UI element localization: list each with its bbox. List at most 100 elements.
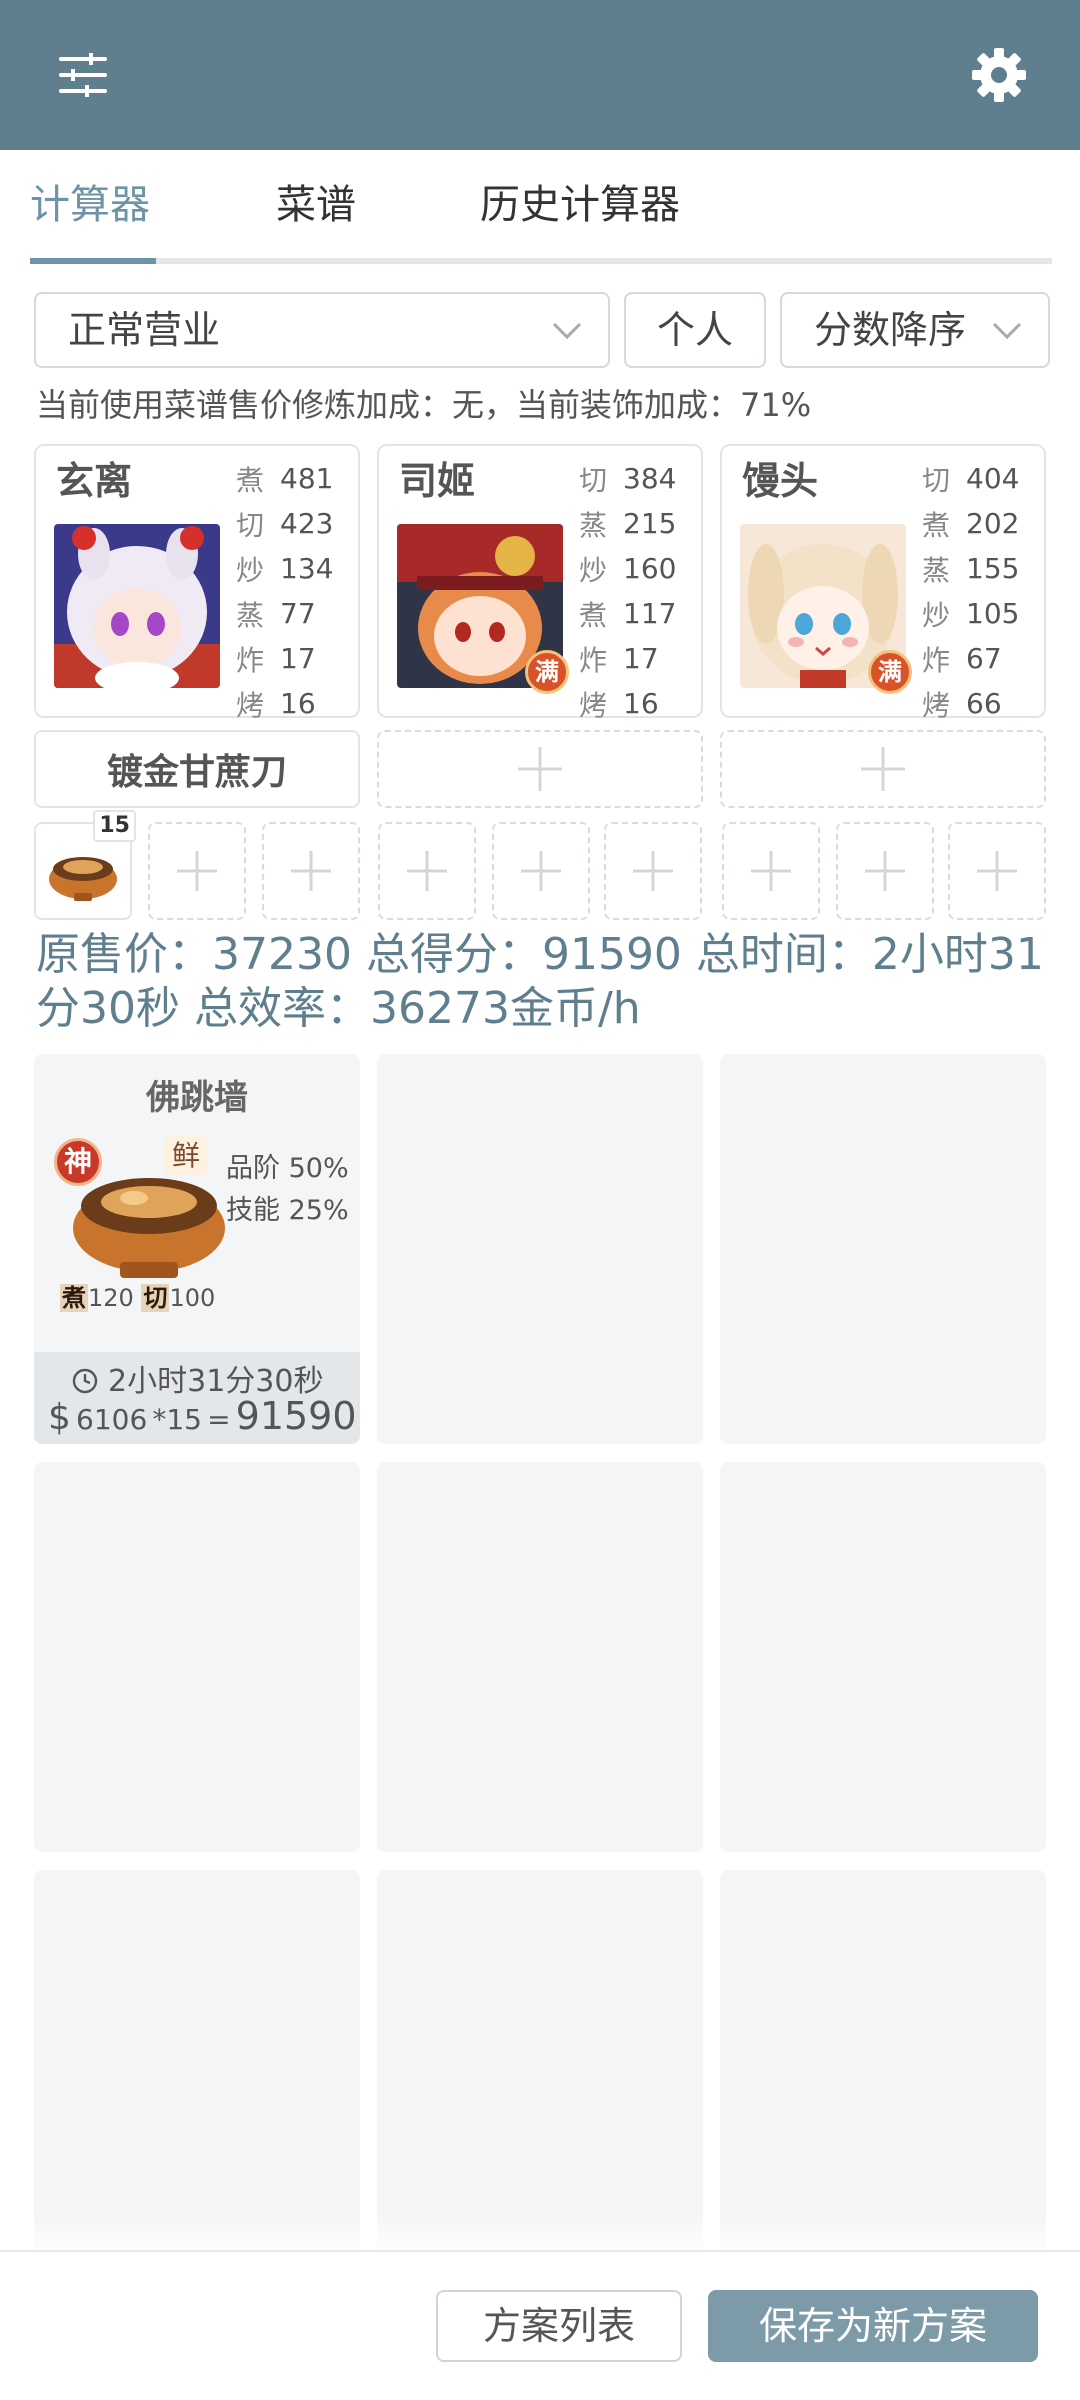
- stat-label: 炒: [922, 598, 951, 632]
- currency-symbol: $: [48, 1397, 71, 1438]
- dish-card-empty[interactable]: [720, 1462, 1046, 1852]
- req-skill-value: 120: [88, 1284, 134, 1312]
- tab-indicator: [30, 258, 156, 264]
- stat-label: 烤: [579, 688, 608, 722]
- full-badge: 满: [525, 650, 569, 694]
- chevron-down-icon: [992, 322, 1022, 340]
- equals-sign: =: [207, 1403, 231, 1436]
- recipe-slot-empty[interactable]: [492, 822, 590, 920]
- stat-label: 炸: [236, 643, 265, 677]
- req-skill-label: 切: [141, 1284, 170, 1312]
- stat-value: 117: [623, 597, 677, 630]
- equip-name: 镀金甘蔗刀: [106, 752, 287, 793]
- dish-card-empty[interactable]: [377, 1054, 703, 1444]
- recipe-slot-empty[interactable]: [262, 822, 360, 920]
- recipe-slot-empty[interactable]: [148, 822, 246, 920]
- scope-button[interactable]: 个人: [624, 292, 766, 368]
- equip-slot-empty[interactable]: [720, 730, 1046, 808]
- stat-value: 17: [623, 642, 659, 675]
- dish-card-empty[interactable]: [720, 1054, 1046, 1444]
- chef-card[interactable]: 玄离 煮 481 切 423 炒 134 蒸 77 炸 17 烤 16: [34, 444, 360, 722]
- dish-card-empty[interactable]: [720, 1870, 1046, 2260]
- stat-label: 切: [236, 508, 265, 542]
- chef-card[interactable]: 馒头 满 切 404 煮 202 蒸 155 炒 105 炸 67 烤 66: [720, 444, 1046, 722]
- chef-stats: 切 384 蒸 215 炒 160 煮 117 炸 17 烤 16: [579, 456, 676, 726]
- chef-stats: 切 404 煮 202 蒸 155 炒 105 炸 67 烤 66: [922, 456, 1019, 726]
- stat-value: 160: [623, 552, 677, 585]
- stat-label: 蒸: [236, 598, 265, 632]
- dish-card-empty[interactable]: [377, 1870, 703, 2260]
- plus-icon: [751, 851, 791, 891]
- dish-card-empty[interactable]: [34, 1462, 360, 1852]
- recipe-slot-empty[interactable]: [836, 822, 934, 920]
- stat-label: 煮: [236, 463, 265, 497]
- stat-value: 423: [280, 507, 334, 540]
- skill-bonus: 技能 25%: [226, 1188, 349, 1227]
- tab-recipes[interactable]: 菜谱: [276, 170, 356, 258]
- chef-card[interactable]: 司姬 满 切 384 蒸 215 炒 160 煮 117 炸 17 烤 16: [377, 444, 703, 722]
- chef-name: 馒头: [742, 459, 819, 503]
- stat-value: 404: [966, 462, 1020, 495]
- buddha-jumps-wall-icon: [49, 857, 117, 901]
- skill-pct: 25%: [288, 1195, 349, 1226]
- full-badge: 满: [868, 650, 912, 694]
- recipe-slot-empty[interactable]: [722, 822, 820, 920]
- unit-price: 6106: [76, 1403, 148, 1436]
- dish-card-empty[interactable]: [377, 1462, 703, 1852]
- save-new-plan-button[interactable]: 保存为新方案: [708, 2290, 1038, 2362]
- recipe-slot-empty[interactable]: [604, 822, 702, 920]
- grade-label: 品阶: [226, 1153, 280, 1184]
- dish-card[interactable]: 佛跳墙 神 鲜 品阶 50% 技能 25% 煮120 切100 2小时31分30…: [34, 1054, 360, 1444]
- plus-icon: [407, 851, 447, 891]
- chef-name: 玄离: [56, 459, 133, 503]
- plan-list-button[interactable]: 方案列表: [436, 2290, 682, 2362]
- sort-select-value: 分数降序: [814, 308, 967, 352]
- grade-pct: 50%: [288, 1153, 349, 1184]
- req-skill-value: 100: [169, 1284, 216, 1312]
- stat-label: 切: [922, 463, 951, 497]
- plus-icon: [861, 747, 905, 791]
- stat-value: 481: [280, 462, 334, 495]
- recipe-slot-empty[interactable]: [378, 822, 476, 920]
- dish-footer: 2小时31分30秒 $ 6106 *15 = 91590: [34, 1352, 360, 1444]
- stat-label: 炸: [579, 643, 608, 677]
- dish-card-empty[interactable]: [34, 1870, 360, 2260]
- stat-label: 烤: [236, 688, 265, 722]
- stat-value: 67: [966, 642, 1002, 675]
- scope-button-label: 个人: [656, 308, 733, 352]
- mode-select-value: 正常营业: [68, 308, 221, 352]
- recipe-slot-empty[interactable]: [948, 822, 1046, 920]
- plus-icon: [865, 851, 905, 891]
- tab-history-calculator[interactable]: 历史计算器: [480, 170, 680, 258]
- app-bar: [0, 0, 1080, 150]
- sort-select[interactable]: 分数降序: [780, 292, 1050, 368]
- dish-score-calc: $ 6106 *15 = 91590: [48, 1394, 357, 1438]
- bottom-action-bar: 方案列表 保存为新方案: [0, 2250, 1080, 2400]
- tab-track: [30, 258, 1052, 264]
- stat-label: 炸: [922, 643, 951, 677]
- stat-label: 炒: [579, 553, 608, 587]
- stat-value: 16: [623, 687, 659, 720]
- stat-value: 17: [280, 642, 316, 675]
- clock-icon: [72, 1368, 97, 1394]
- stat-value: 105: [966, 597, 1020, 630]
- stat-label: 切: [579, 463, 608, 497]
- plus-icon: [633, 851, 673, 891]
- mode-select[interactable]: 正常营业: [34, 292, 610, 368]
- skill-requirements: 煮120 切100: [60, 1278, 215, 1313]
- req-skill-label: 煮: [60, 1284, 88, 1312]
- gear-icon[interactable]: [954, 30, 1044, 120]
- chevron-down-icon: [552, 322, 582, 340]
- stat-label: 蒸: [579, 508, 608, 542]
- equip-slot[interactable]: 镀金甘蔗刀: [34, 730, 360, 808]
- tab-calculator[interactable]: 计算器: [30, 170, 150, 258]
- equip-slot-empty[interactable]: [377, 730, 703, 808]
- plus-icon: [177, 851, 217, 891]
- sliders-icon[interactable]: [38, 30, 128, 120]
- recipe-count: 15: [93, 810, 136, 842]
- stat-label: 烤: [922, 688, 951, 722]
- stat-label: 煮: [922, 508, 951, 542]
- recipe-slot[interactable]: 15: [34, 810, 136, 920]
- flavor-tag: 鲜: [164, 1136, 208, 1176]
- stat-value: 16: [280, 687, 316, 720]
